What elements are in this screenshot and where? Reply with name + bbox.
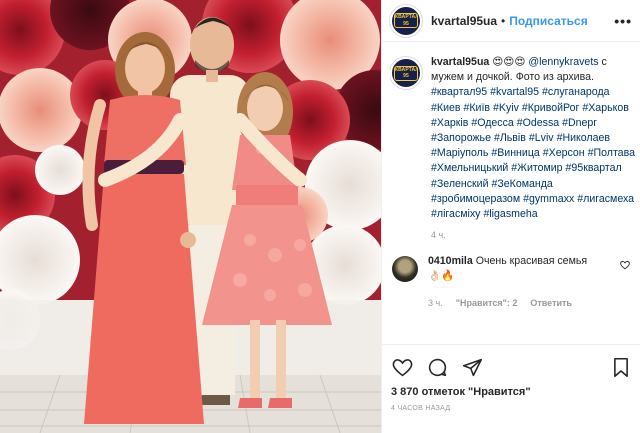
hashtag-link[interactable]: #зробимоцеразом xyxy=(431,193,520,205)
caption-mention-link[interactable]: @lennykravets xyxy=(528,56,598,68)
hashtag-link[interactable]: #Запорожье xyxy=(431,132,491,144)
hashtag-link[interactable]: #gymmaxx xyxy=(523,193,574,205)
hashtag-link[interactable]: #kvartal95 xyxy=(490,86,539,98)
caption-author-avatar[interactable]: КВАРТАЛ 95 xyxy=(390,57,422,89)
hashtag-link[interactable]: #квартал95 xyxy=(431,86,487,98)
hashtag-link[interactable]: #Київ xyxy=(463,102,490,114)
hashtag-link[interactable]: #Львів xyxy=(494,132,526,144)
family-photo-illustration xyxy=(0,0,381,433)
comment-meta: 3 ч. "Нравится": 2 Ответить xyxy=(428,298,608,308)
commenter-avatar[interactable] xyxy=(392,256,418,283)
hashtag-link[interactable]: #Харків xyxy=(431,117,468,129)
header-separator: • xyxy=(501,13,506,28)
comment-time: 3 ч. xyxy=(428,298,443,309)
hashtag-link[interactable]: #Хмельницький xyxy=(431,162,508,174)
caption-text: kvartal95ua 😍😍😍 @lennykravets с мужем и … xyxy=(431,55,636,222)
avatar-logo: КВАРТАЛ 95 xyxy=(394,65,418,81)
comment-item: 0410mila Очень красивая семья 👌🏻🔥 3 ч. "… xyxy=(390,254,636,308)
hashtag-link[interactable]: #Odessa xyxy=(517,117,559,129)
hashtag-link[interactable]: #Dnepr xyxy=(562,117,597,129)
hashtag-list: #квартал95 #kvartal95 #слуганарода #Киев… xyxy=(431,86,635,220)
comment-reply-button[interactable]: Ответить xyxy=(530,298,572,308)
comment-text: 0410mila Очень красивая семья 👌🏻🔥 xyxy=(428,254,608,284)
post-photo[interactable] xyxy=(0,0,381,433)
share-plane-icon[interactable] xyxy=(462,357,483,378)
hashtag-link[interactable]: #Николаев xyxy=(557,132,610,144)
like-heart-icon[interactable] xyxy=(392,357,413,378)
hashtag-link[interactable]: #95квартал xyxy=(566,162,622,174)
more-options-icon[interactable]: ••• xyxy=(614,13,632,29)
hashtag-link[interactable]: #ЗеКоманда xyxy=(491,178,552,190)
hashtag-link[interactable]: #лигасмеха xyxy=(577,193,634,205)
hashtag-link[interactable]: #слуганарода xyxy=(542,86,610,98)
hashtag-link[interactable]: #Харьков xyxy=(582,102,629,114)
caption-time: 4 ч. xyxy=(431,230,446,241)
hashtag-link[interactable]: #Киев xyxy=(431,102,461,114)
likes-count[interactable]: 3 870 отметок "Нравится" xyxy=(382,386,640,398)
author-username[interactable]: kvartal95ua xyxy=(431,14,497,28)
hashtag-link[interactable]: #Одесса xyxy=(471,117,513,129)
action-icons xyxy=(382,345,640,378)
hashtag-link[interactable]: #КривойРог xyxy=(522,102,580,114)
comment-like-heart-icon[interactable] xyxy=(620,260,630,273)
caption-emoji: 😍😍😍 xyxy=(489,56,529,68)
hashtag-link[interactable]: #лігасміху xyxy=(431,208,480,220)
save-bookmark-icon[interactable] xyxy=(612,357,630,383)
post-header: КВАРТАЛ 95 kvartal95ua • Подписаться ••• xyxy=(382,0,640,42)
follow-button[interactable]: Подписаться xyxy=(509,14,587,28)
avatar-logo: КВАРТАЛ 95 xyxy=(394,13,418,28)
hashtag-link[interactable]: #Полтава xyxy=(588,147,635,159)
comment-emoji: 👌🏻🔥 xyxy=(428,270,455,283)
hashtag-link[interactable]: #Житомир xyxy=(511,162,562,174)
hashtag-link[interactable]: #ligasmeha xyxy=(483,208,537,220)
caption-username[interactable]: kvartal95ua xyxy=(431,56,489,68)
caption: КВАРТАЛ 95 kvartal95ua 😍😍😍 @lennykravets… xyxy=(390,55,636,240)
post-side-panel: КВАРТАЛ 95 kvartal95ua • Подписаться •••… xyxy=(381,0,640,433)
comment-bubble-icon[interactable] xyxy=(427,357,448,378)
hashtag-link[interactable]: #Зеленский xyxy=(431,178,489,190)
commenter-username[interactable]: 0410mila xyxy=(428,255,473,267)
comments-area[interactable]: КВАРТАЛ 95 kvartal95ua 😍😍😍 @lennykravets… xyxy=(390,55,636,333)
post-timestamp: 4 ЧАСОВ НАЗАД xyxy=(391,405,451,412)
author-avatar[interactable]: КВАРТАЛ 95 xyxy=(390,4,422,37)
comment-likes-count[interactable]: "Нравится": 2 xyxy=(456,298,518,308)
hashtag-link[interactable]: #Kyiv xyxy=(493,102,519,114)
comment-body: Очень красивая семья xyxy=(472,255,588,268)
hashtag-link[interactable]: #Маріуполь xyxy=(431,147,488,159)
hashtag-link[interactable]: #Винница xyxy=(491,147,539,159)
hashtag-link[interactable]: #Херсон xyxy=(543,147,585,159)
post-actions: 3 870 отметок "Нравится" 4 ЧАСОВ НАЗАД xyxy=(382,344,640,433)
hashtag-link[interactable]: #Lviv xyxy=(529,132,554,144)
